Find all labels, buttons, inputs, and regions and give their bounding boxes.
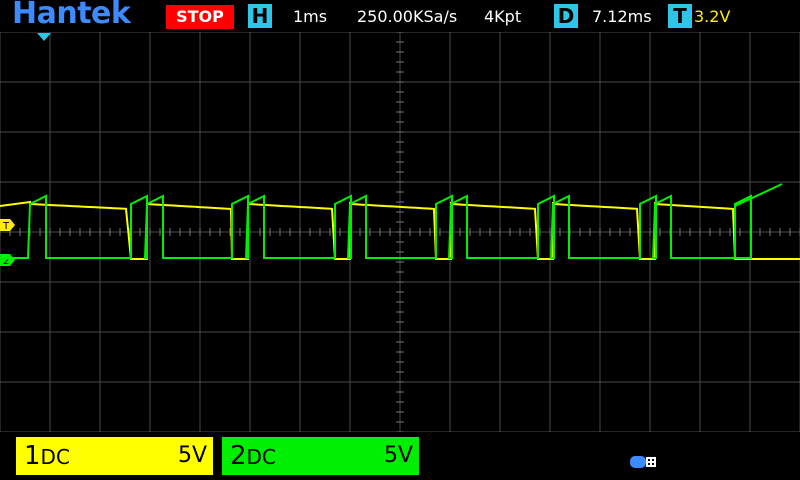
trigger-tag: T xyxy=(668,4,692,28)
waveform-display[interactable]: T 2 xyxy=(0,32,800,432)
trigger-level-marker[interactable]: T xyxy=(0,219,15,232)
timebase-value: 1ms xyxy=(293,7,328,26)
brand-logo: Hantek xyxy=(12,0,131,31)
ch2-ground-marker[interactable]: 2 xyxy=(0,254,15,267)
ch1-scale: 5V xyxy=(177,443,207,468)
delay-value: 7.12ms xyxy=(592,7,652,26)
run-stop-button[interactable]: STOP xyxy=(166,5,234,29)
ch1-info-box[interactable]: 1DC 5V xyxy=(16,437,213,475)
delay-tag: D xyxy=(554,4,578,28)
ch2-label: 2DC xyxy=(230,441,276,471)
trigger-level-value: 3.2V xyxy=(694,7,731,26)
status-bar: Hantek STOP H 1ms 250.00KSa/s 4Kpt D 7.1… xyxy=(0,0,800,34)
ch2-info-box[interactable]: 2DC 5V xyxy=(222,437,419,475)
memory-depth-value: 4Kpt xyxy=(484,7,522,26)
ch2-trace xyxy=(0,183,783,259)
sample-rate-value: 250.00KSa/s xyxy=(357,7,458,26)
timebase-marker-icon[interactable] xyxy=(37,33,51,41)
trigger-marker-label: T xyxy=(2,221,10,232)
channel-bar: 1DC 5V 2DC 5V xyxy=(0,432,800,480)
graticule xyxy=(0,32,800,432)
horizontal-tag: H xyxy=(248,4,272,28)
usb-icon xyxy=(630,456,656,468)
ch2-scale: 5V xyxy=(383,443,413,468)
ch1-label: 1DC xyxy=(24,441,70,471)
